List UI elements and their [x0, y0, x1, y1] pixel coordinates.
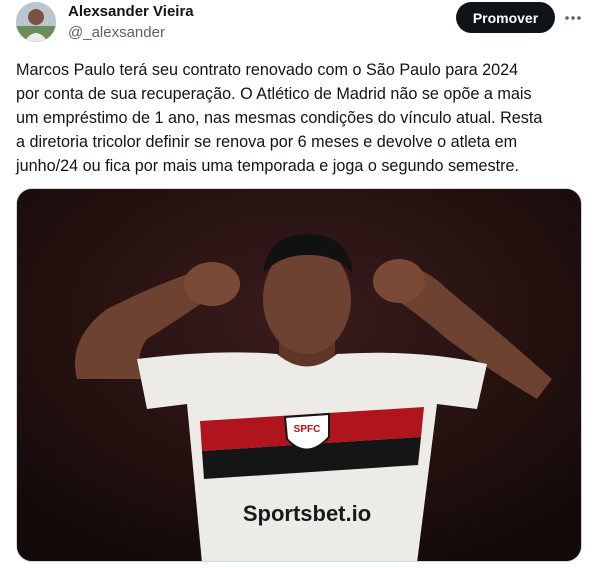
club-badge-text: SPFC — [294, 424, 321, 435]
author-name[interactable]: Alexsander Vieira — [68, 3, 194, 21]
tweet-text: Marcos Paulo terá seu contrato renovado … — [16, 61, 543, 175]
author-avatar[interactable] — [16, 2, 56, 42]
profile-avatar — [16, 2, 56, 42]
more-button[interactable] — [559, 4, 587, 32]
more-horizontal-icon — [565, 16, 581, 20]
promote-button[interactable]: Promover — [456, 2, 555, 33]
author-block: Alexsander Vieira @_alexsander — [68, 3, 194, 42]
author-handle[interactable]: @_alexsander — [68, 24, 194, 42]
sponsor-text: Sportsbet.io — [243, 501, 371, 526]
tweet-media-photo[interactable]: SPFC Sportsbet.io — [16, 188, 582, 562]
player-photo: SPFC Sportsbet.io — [17, 189, 581, 561]
